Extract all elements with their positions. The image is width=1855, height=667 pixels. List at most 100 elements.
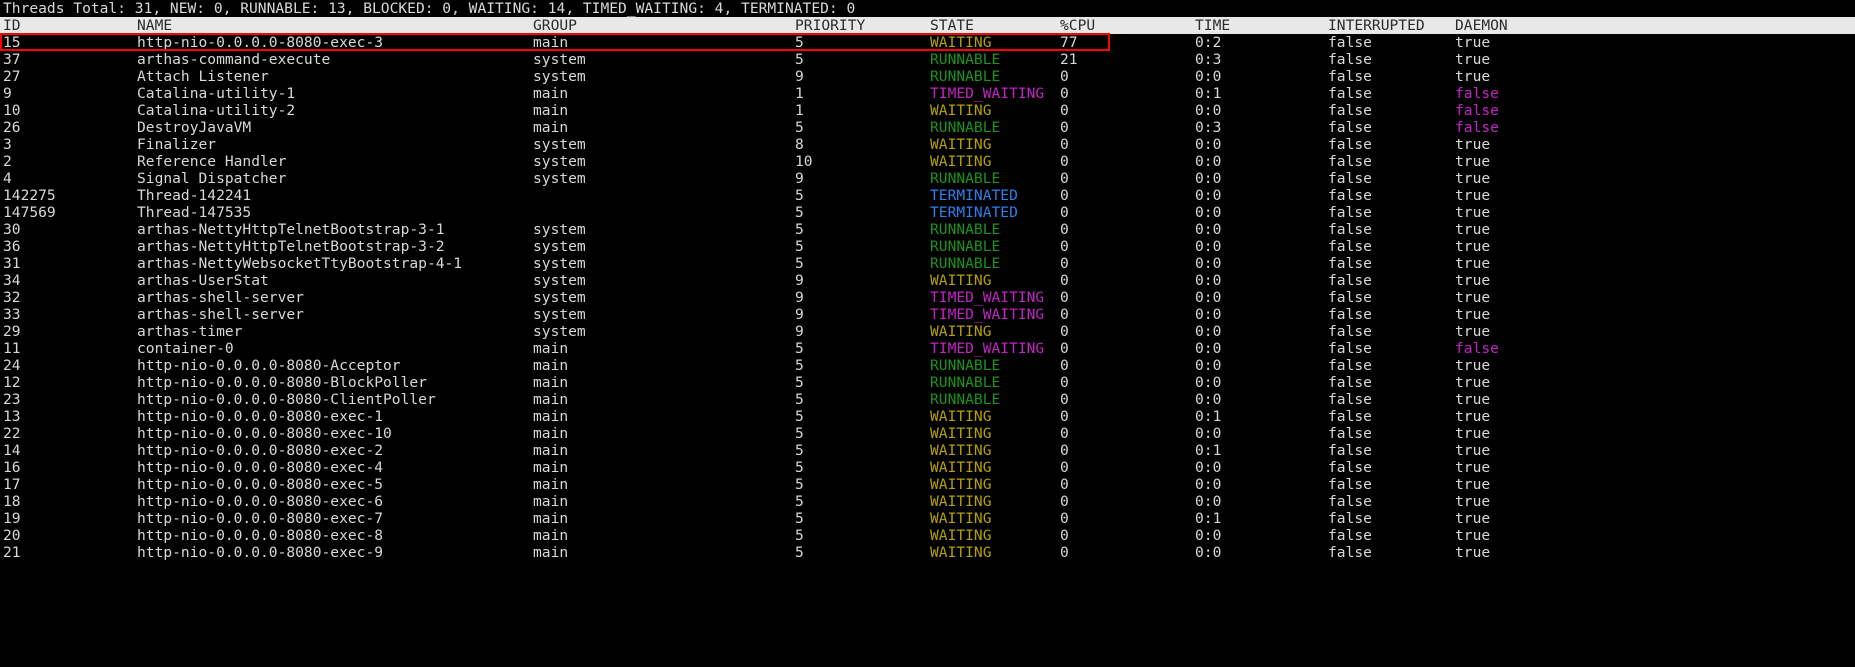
cell-thread-interrupted: false: [1328, 153, 1372, 170]
cell-thread-priority: 5: [795, 425, 804, 442]
column-header-time[interactable]: TIME: [1195, 17, 1230, 34]
table-row[interactable]: 11 container-0 main 5 TIMED_WAITING 0 0:0 false…: [0, 340, 1855, 357]
table-row[interactable]: 26 DestroyJavaVM main 5 RUNNABLE 0 0:3 false fal…: [0, 119, 1855, 136]
cell-thread-time: 0:3: [1195, 119, 1222, 136]
table-row[interactable]: 31 arthas-NettyWebsocketTtyBootstrap-4-1 s…: [0, 255, 1855, 272]
cell-thread-group: main: [533, 459, 569, 476]
cell-thread-cpu: 0: [1060, 136, 1069, 153]
table-row[interactable]: 147569 Thread-147535 5 TERMINATED 0 0:0 false t…: [0, 204, 1855, 221]
cell-thread-daemon: true: [1455, 187, 1491, 204]
cell-thread-interrupted: false: [1328, 85, 1372, 102]
column-header-name[interactable]: NAME: [137, 17, 172, 34]
table-row[interactable]: 33 arthas-shell-server system 9 TIMED_WAITIN…: [0, 306, 1855, 323]
cell-thread-name: Catalina-utility-1: [137, 85, 296, 102]
cell-thread-state: WAITING: [930, 527, 992, 544]
table-row[interactable]: 36 arthas-NettyHttpTelnetBootstrap-3-2 sys…: [0, 238, 1855, 255]
cell-thread-name: arthas-NettyWebsocketTtyBootstrap-4-1: [137, 255, 463, 272]
column-header-interrupted[interactable]: INTERRUPTED: [1328, 17, 1425, 34]
table-row[interactable]: 20 http-nio-0.0.0.0-8080-exec-8 main 5 WAITI…: [0, 527, 1855, 544]
cell-thread-group: main: [533, 408, 569, 425]
table-row[interactable]: 4 Signal Dispatcher system 9 RUNNABLE 0 0:0 fal…: [0, 170, 1855, 187]
cell-thread-name: Catalina-utility-2: [137, 102, 296, 119]
cell-thread-time: 0:0: [1195, 374, 1222, 391]
table-row[interactable]: 22 http-nio-0.0.0.0-8080-exec-10 main 5 WAIT…: [0, 425, 1855, 442]
cell-thread-priority: 8: [795, 136, 804, 153]
table-row[interactable]: 37 arthas-command-execute system 5 RUNNABLE 2…: [0, 51, 1855, 68]
table-row[interactable]: 23 http-nio-0.0.0.0-8080-ClientPoller main…: [0, 391, 1855, 408]
cell-thread-daemon: true: [1455, 476, 1491, 493]
cell-thread-interrupted: false: [1328, 476, 1372, 493]
column-header-state[interactable]: STATE: [930, 17, 974, 34]
cell-thread-id: 14: [3, 442, 21, 459]
column-header-priority[interactable]: PRIORITY: [795, 17, 865, 34]
cell-thread-priority: 5: [795, 204, 804, 221]
cell-thread-cpu: 0: [1060, 374, 1069, 391]
column-header-cpu[interactable]: %CPU: [1060, 17, 1095, 34]
cell-thread-daemon: true: [1455, 374, 1491, 391]
table-row[interactable]: 29 arthas-timer system 9 WAITING 0 0:0 false tru…: [0, 323, 1855, 340]
table-row[interactable]: 21 http-nio-0.0.0.0-8080-exec-9 main 5 WAITI…: [0, 544, 1855, 561]
cell-thread-id: 19: [3, 510, 21, 527]
cell-thread-cpu: 0: [1060, 459, 1069, 476]
cell-thread-name: arthas-shell-server: [137, 289, 304, 306]
table-row[interactable]: 12 http-nio-0.0.0.0-8080-BlockPoller main 5…: [0, 374, 1855, 391]
cell-thread-priority: 5: [795, 544, 804, 561]
cell-thread-id: 142275: [3, 187, 56, 204]
cell-thread-id: 11: [3, 340, 21, 357]
cell-thread-group: main: [533, 391, 569, 408]
cell-thread-name: Finalizer: [137, 136, 217, 153]
table-row[interactable]: 32 arthas-shell-server system 9 TIMED_WAITIN…: [0, 289, 1855, 306]
cell-thread-group: main: [533, 442, 569, 459]
table-row[interactable]: 15 http-nio-0.0.0.0-8080-exec-3 main 5 WAITI…: [0, 34, 1855, 51]
table-row[interactable]: 34 arthas-UserStat system 9 WAITING 0 0:0 false…: [0, 272, 1855, 289]
cell-thread-id: 33: [3, 306, 21, 323]
table-row[interactable]: 16 http-nio-0.0.0.0-8080-exec-4 main 5 WAITI…: [0, 459, 1855, 476]
cell-thread-state: WAITING: [930, 136, 992, 153]
cell-thread-daemon: true: [1455, 68, 1491, 85]
cell-thread-time: 0:0: [1195, 136, 1222, 153]
table-row[interactable]: 13 http-nio-0.0.0.0-8080-exec-1 main 5 WAITI…: [0, 408, 1855, 425]
cell-thread-state: WAITING: [930, 153, 992, 170]
table-row[interactable]: 30 arthas-NettyHttpTelnetBootstrap-3-1 sys…: [0, 221, 1855, 238]
cell-thread-daemon: true: [1455, 459, 1491, 476]
table-row[interactable]: 142275 Thread-142241 5 TERMINATED 0 0:0 false t…: [0, 187, 1855, 204]
table-row[interactable]: 19 http-nio-0.0.0.0-8080-exec-7 main 5 WAITI…: [0, 510, 1855, 527]
cell-thread-daemon: true: [1455, 493, 1491, 510]
cell-thread-interrupted: false: [1328, 238, 1372, 255]
cell-thread-state: TIMED_WAITING: [930, 306, 1045, 323]
column-header-daemon[interactable]: DAEMON: [1455, 17, 1508, 34]
cell-thread-id: 10: [3, 102, 21, 119]
table-row[interactable]: 9 Catalina-utility-1 main 1 TIMED_WAITING 0 0:…: [0, 85, 1855, 102]
table-row[interactable]: 10 Catalina-utility-2 main 1 WAITING 0 0:0 fals…: [0, 102, 1855, 119]
cell-thread-priority: 5: [795, 187, 804, 204]
table-row[interactable]: 3 Finalizer system 8 WAITING 0 0:0 false true: [0, 136, 1855, 153]
cell-thread-id: 147569: [3, 204, 56, 221]
cell-thread-id: 21: [3, 544, 21, 561]
cell-thread-cpu: 0: [1060, 221, 1069, 238]
cell-thread-priority: 9: [795, 289, 804, 306]
cell-thread-interrupted: false: [1328, 459, 1372, 476]
cell-thread-daemon: true: [1455, 306, 1491, 323]
cell-thread-cpu: 0: [1060, 442, 1069, 459]
table-row[interactable]: 27 Attach Listener system 9 RUNNABLE 0 0:0 fals…: [0, 68, 1855, 85]
cell-thread-interrupted: false: [1328, 255, 1372, 272]
cell-thread-group: main: [533, 340, 569, 357]
table-row[interactable]: 17 http-nio-0.0.0.0-8080-exec-5 main 5 WAITI…: [0, 476, 1855, 493]
cell-thread-interrupted: false: [1328, 510, 1372, 527]
table-row[interactable]: 14 http-nio-0.0.0.0-8080-exec-2 main 5 WAITI…: [0, 442, 1855, 459]
column-header-id[interactable]: ID: [3, 17, 21, 34]
cell-thread-interrupted: false: [1328, 306, 1372, 323]
table-row[interactable]: 24 http-nio-0.0.0.0-8080-Acceptor main 5 RUN…: [0, 357, 1855, 374]
cell-thread-state: TERMINATED: [930, 187, 1018, 204]
cell-thread-priority: 9: [795, 306, 804, 323]
cell-thread-daemon: false: [1455, 119, 1499, 136]
table-row[interactable]: 2 Reference Handler system 10 WAITING 0 0:0 fal…: [0, 153, 1855, 170]
column-header-group[interactable]: GROUP: [533, 17, 577, 34]
cell-thread-daemon: true: [1455, 323, 1491, 340]
cell-thread-id: 9: [3, 85, 12, 102]
threads-summary-line: Threads Total: 31, NEW: 0, RUNNABLE: 13,…: [3, 0, 856, 17]
cell-thread-group: system: [533, 68, 586, 85]
cell-thread-state: RUNNABLE: [930, 221, 1001, 238]
table-row[interactable]: 18 http-nio-0.0.0.0-8080-exec-6 main 5 WAITI…: [0, 493, 1855, 510]
cell-thread-interrupted: false: [1328, 374, 1372, 391]
